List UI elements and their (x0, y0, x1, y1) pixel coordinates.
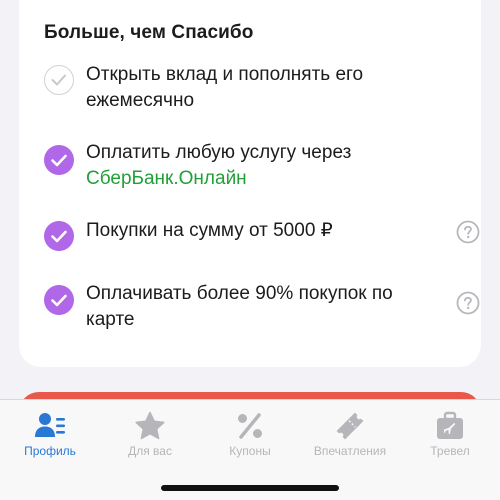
task-text: Оплатить любую услугу через СберБанк.Онл… (86, 140, 416, 192)
tab-profile[interactable]: Профиль (0, 410, 100, 458)
unchecked-circle-icon (44, 65, 74, 95)
tab-for-you[interactable]: Для вас (100, 410, 200, 458)
task-text: Покупки на сумму от 5000 ₽ (86, 220, 333, 241)
card-title: Больше, чем Спасибо (44, 22, 254, 43)
task-text-main: Оплатить любую услугу через (86, 142, 352, 163)
help-question-icon[interactable] (456, 220, 480, 244)
sberbank-online-link[interactable]: СберБанк.Онлайн (86, 166, 416, 192)
tab-label: Тревел (430, 444, 470, 458)
percent-icon (238, 413, 262, 439)
suitcase-icon (437, 411, 463, 439)
ticket-icon (336, 412, 364, 440)
profile-icon (35, 413, 65, 437)
checked-circle-icon (44, 145, 74, 175)
tab-experiences[interactable]: Впечатления (300, 410, 400, 458)
tab-label: Профиль (24, 444, 76, 458)
offers-card: Больше, чем Спасибо Открыть вклад и попо… (19, 0, 481, 367)
checked-circle-icon (44, 221, 74, 251)
tab-label: Купоны (229, 444, 271, 458)
tab-coupons[interactable]: Купоны (200, 410, 300, 458)
task-text: Открыть вклад и пополнять его ежемесячно (86, 64, 364, 111)
task-text: Оплачивать более 90% покупок по карте (86, 283, 393, 330)
star-icon (135, 411, 165, 440)
tab-label: Для вас (128, 444, 172, 458)
tab-label: Впечатления (313, 444, 387, 458)
help-question-icon[interactable] (456, 291, 480, 315)
tab-travel[interactable]: Тревел (400, 410, 500, 458)
checked-circle-icon (44, 285, 74, 315)
home-indicator (161, 485, 339, 491)
